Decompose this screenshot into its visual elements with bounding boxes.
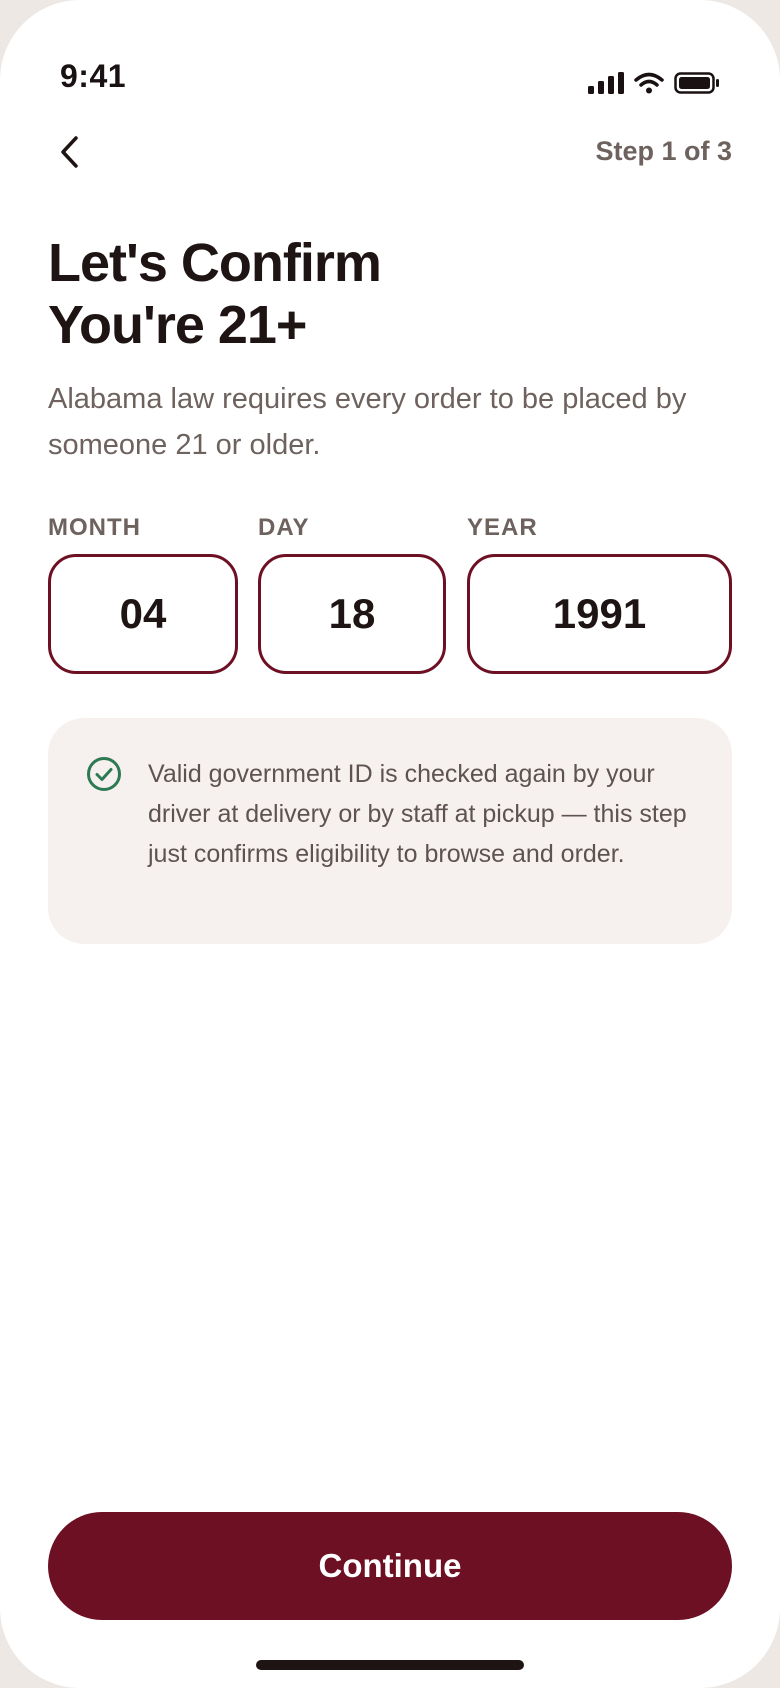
- id-info-text: Valid government ID is checked again by …: [148, 760, 687, 868]
- phone-screen: 9:41 Step 1 of 3 Let's Confirm You're 21…: [0, 0, 780, 1688]
- status-icons: [588, 72, 720, 94]
- step-indicator: Step 1 of 3: [595, 136, 732, 166]
- page-title: Let's Confirm You're 21+: [48, 233, 382, 355]
- year-input[interactable]: 1991: [467, 554, 732, 674]
- status-time: 9:41: [60, 58, 127, 94]
- month-label: MONTH: [48, 514, 141, 541]
- wifi-icon: [634, 72, 664, 94]
- battery-icon: [674, 72, 719, 94]
- back-button[interactable]: [48, 126, 92, 178]
- day-label: DAY: [258, 514, 310, 541]
- continue-button[interactable]: Continue: [48, 1512, 732, 1620]
- check-circle-icon: [87, 757, 121, 791]
- page-subtitle: Alabama law requires every order to be p…: [48, 383, 687, 461]
- month-input[interactable]: 04: [48, 554, 238, 674]
- year-label: YEAR: [467, 514, 538, 541]
- id-info-card: Valid government ID is checked again by …: [48, 718, 732, 944]
- day-input[interactable]: 18: [258, 554, 446, 674]
- home-indicator: [256, 1660, 524, 1670]
- cellular-signal-icon: [588, 72, 624, 94]
- chevron-left-icon: [61, 136, 78, 168]
